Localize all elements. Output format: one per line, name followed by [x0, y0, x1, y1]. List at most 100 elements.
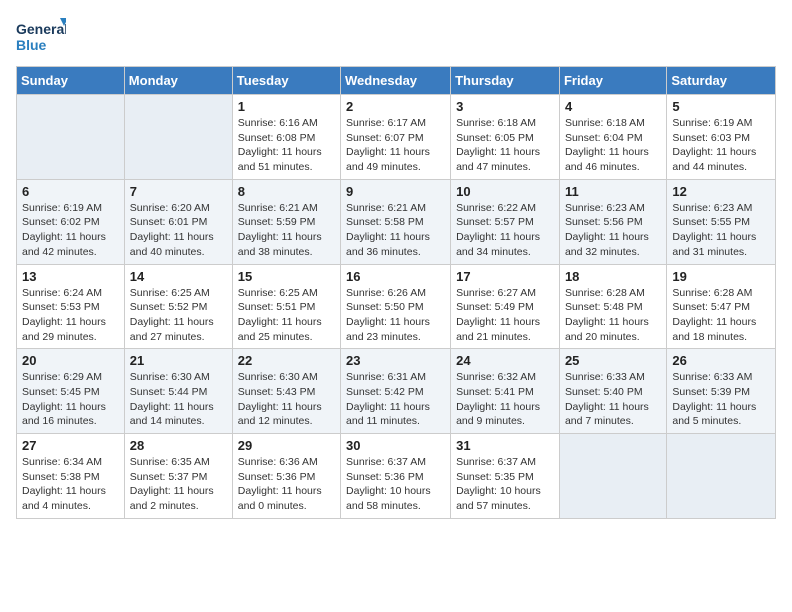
calendar-cell	[667, 434, 776, 519]
day-detail: Sunrise: 6:33 AM Sunset: 5:40 PM Dayligh…	[565, 370, 661, 429]
calendar-week-2: 6 Sunrise: 6:19 AM Sunset: 6:02 PM Daylig…	[17, 179, 776, 264]
page-header: General Blue	[16, 16, 776, 58]
calendar-table: SundayMondayTuesdayWednesdayThursdayFrid…	[16, 66, 776, 519]
day-number: 27	[22, 438, 119, 453]
calendar-cell: 6 Sunrise: 6:19 AM Sunset: 6:02 PM Daylig…	[17, 179, 125, 264]
day-detail: Sunrise: 6:23 AM Sunset: 5:55 PM Dayligh…	[672, 201, 770, 260]
day-detail: Sunrise: 6:26 AM Sunset: 5:50 PM Dayligh…	[346, 286, 445, 345]
day-number: 17	[456, 269, 554, 284]
day-detail: Sunrise: 6:31 AM Sunset: 5:42 PM Dayligh…	[346, 370, 445, 429]
calendar-cell: 28 Sunrise: 6:35 AM Sunset: 5:37 PM Dayli…	[124, 434, 232, 519]
calendar-cell: 15Sunrise: 6:25 AM Sunset: 5:51 PM Dayli…	[232, 264, 340, 349]
day-detail: Sunrise: 6:28 AM Sunset: 5:48 PM Dayligh…	[565, 286, 661, 345]
calendar-cell: 5 Sunrise: 6:19 AM Sunset: 6:03 PM Daylig…	[667, 95, 776, 180]
day-detail: Sunrise: 6:21 AM Sunset: 5:59 PM Dayligh…	[238, 201, 335, 260]
day-detail: Sunrise: 6:17 AM Sunset: 6:07 PM Dayligh…	[346, 116, 445, 175]
calendar-cell	[17, 95, 125, 180]
day-detail: Sunrise: 6:20 AM Sunset: 6:01 PM Dayligh…	[130, 201, 227, 260]
day-number: 11	[565, 184, 661, 199]
day-number: 6	[22, 184, 119, 199]
day-number: 22	[238, 353, 335, 368]
day-number: 14	[130, 269, 227, 284]
svg-text:Blue: Blue	[16, 37, 47, 53]
day-number: 5	[672, 99, 770, 114]
day-detail: Sunrise: 6:37 AM Sunset: 5:36 PM Dayligh…	[346, 455, 445, 514]
day-number: 12	[672, 184, 770, 199]
day-detail: Sunrise: 6:18 AM Sunset: 6:04 PM Dayligh…	[565, 116, 661, 175]
day-number: 16	[346, 269, 445, 284]
day-number: 31	[456, 438, 554, 453]
calendar-header-row: SundayMondayTuesdayWednesdayThursdayFrid…	[17, 67, 776, 95]
day-number: 19	[672, 269, 770, 284]
day-number: 1	[238, 99, 335, 114]
header-sunday: Sunday	[17, 67, 125, 95]
day-number: 7	[130, 184, 227, 199]
day-number: 25	[565, 353, 661, 368]
calendar-cell: 25 Sunrise: 6:33 AM Sunset: 5:40 PM Dayli…	[559, 349, 666, 434]
calendar-cell: 30 Sunrise: 6:37 AM Sunset: 5:36 PM Dayli…	[341, 434, 451, 519]
day-number: 3	[456, 99, 554, 114]
day-detail: Sunrise: 6:18 AM Sunset: 6:05 PM Dayligh…	[456, 116, 554, 175]
day-detail: Sunrise: 6:25 AM Sunset: 5:52 PM Dayligh…	[130, 286, 227, 345]
day-detail: Sunrise: 6:16 AM Sunset: 6:08 PM Dayligh…	[238, 116, 335, 175]
calendar-week-4: 20 Sunrise: 6:29 AM Sunset: 5:45 PM Dayli…	[17, 349, 776, 434]
calendar-cell: 3 Sunrise: 6:18 AM Sunset: 6:05 PM Daylig…	[451, 95, 560, 180]
calendar-cell: 14 Sunrise: 6:25 AM Sunset: 5:52 PM Dayli…	[124, 264, 232, 349]
calendar-cell: 24Sunrise: 6:32 AM Sunset: 5:41 PM Dayli…	[451, 349, 560, 434]
svg-text:General: General	[16, 21, 66, 37]
day-detail: Sunrise: 6:30 AM Sunset: 5:43 PM Dayligh…	[238, 370, 335, 429]
day-number: 4	[565, 99, 661, 114]
calendar-cell: 18 Sunrise: 6:28 AM Sunset: 5:48 PM Dayli…	[559, 264, 666, 349]
calendar-cell: 20 Sunrise: 6:29 AM Sunset: 5:45 PM Dayli…	[17, 349, 125, 434]
calendar-cell	[124, 95, 232, 180]
calendar-cell: 10 Sunrise: 6:22 AM Sunset: 5:57 PM Dayli…	[451, 179, 560, 264]
day-number: 26	[672, 353, 770, 368]
calendar-cell: 8 Sunrise: 6:21 AM Sunset: 5:59 PM Daylig…	[232, 179, 340, 264]
day-number: 30	[346, 438, 445, 453]
day-number: 13	[22, 269, 119, 284]
calendar-cell: 29 Sunrise: 6:36 AM Sunset: 5:36 PM Dayli…	[232, 434, 340, 519]
calendar-cell: 19 Sunrise: 6:28 AM Sunset: 5:47 PM Dayli…	[667, 264, 776, 349]
day-number: 18	[565, 269, 661, 284]
calendar-cell: 13Sunrise: 6:24 AM Sunset: 5:53 PM Dayli…	[17, 264, 125, 349]
day-detail: Sunrise: 6:28 AM Sunset: 5:47 PM Dayligh…	[672, 286, 770, 345]
day-detail: Sunrise: 6:19 AM Sunset: 6:03 PM Dayligh…	[672, 116, 770, 175]
day-number: 20	[22, 353, 119, 368]
calendar-cell	[559, 434, 666, 519]
calendar-cell: 21Sunrise: 6:30 AM Sunset: 5:44 PM Dayli…	[124, 349, 232, 434]
day-detail: Sunrise: 6:19 AM Sunset: 6:02 PM Dayligh…	[22, 201, 119, 260]
day-detail: Sunrise: 6:27 AM Sunset: 5:49 PM Dayligh…	[456, 286, 554, 345]
calendar-cell: 23Sunrise: 6:31 AM Sunset: 5:42 PM Dayli…	[341, 349, 451, 434]
day-detail: Sunrise: 6:23 AM Sunset: 5:56 PM Dayligh…	[565, 201, 661, 260]
calendar-cell: 22 Sunrise: 6:30 AM Sunset: 5:43 PM Dayli…	[232, 349, 340, 434]
day-number: 29	[238, 438, 335, 453]
calendar-cell: 31 Sunrise: 6:37 AM Sunset: 5:35 PM Dayli…	[451, 434, 560, 519]
logo: General Blue	[16, 16, 66, 58]
day-detail: Sunrise: 6:34 AM Sunset: 5:38 PM Dayligh…	[22, 455, 119, 514]
day-detail: Sunrise: 6:32 AM Sunset: 5:41 PM Dayligh…	[456, 370, 554, 429]
header-wednesday: Wednesday	[341, 67, 451, 95]
calendar-cell: 16 Sunrise: 6:26 AM Sunset: 5:50 PM Dayli…	[341, 264, 451, 349]
day-number: 8	[238, 184, 335, 199]
calendar-cell: 1 Sunrise: 6:16 AM Sunset: 6:08 PM Daylig…	[232, 95, 340, 180]
calendar-cell: 7 Sunrise: 6:20 AM Sunset: 6:01 PM Daylig…	[124, 179, 232, 264]
day-number: 15	[238, 269, 335, 284]
day-detail: Sunrise: 6:33 AM Sunset: 5:39 PM Dayligh…	[672, 370, 770, 429]
day-detail: Sunrise: 6:37 AM Sunset: 5:35 PM Dayligh…	[456, 455, 554, 514]
calendar-cell: 12 Sunrise: 6:23 AM Sunset: 5:55 PM Dayli…	[667, 179, 776, 264]
day-number: 28	[130, 438, 227, 453]
calendar-week-3: 13Sunrise: 6:24 AM Sunset: 5:53 PM Dayli…	[17, 264, 776, 349]
day-number: 9	[346, 184, 445, 199]
day-detail: Sunrise: 6:35 AM Sunset: 5:37 PM Dayligh…	[130, 455, 227, 514]
day-detail: Sunrise: 6:30 AM Sunset: 5:44 PM Dayligh…	[130, 370, 227, 429]
calendar-cell: 4 Sunrise: 6:18 AM Sunset: 6:04 PM Daylig…	[559, 95, 666, 180]
header-monday: Monday	[124, 67, 232, 95]
day-detail: Sunrise: 6:21 AM Sunset: 5:58 PM Dayligh…	[346, 201, 445, 260]
day-detail: Sunrise: 6:22 AM Sunset: 5:57 PM Dayligh…	[456, 201, 554, 260]
day-detail: Sunrise: 6:36 AM Sunset: 5:36 PM Dayligh…	[238, 455, 335, 514]
day-detail: Sunrise: 6:29 AM Sunset: 5:45 PM Dayligh…	[22, 370, 119, 429]
day-number: 10	[456, 184, 554, 199]
calendar-week-5: 27 Sunrise: 6:34 AM Sunset: 5:38 PM Dayli…	[17, 434, 776, 519]
logo-svg: General Blue	[16, 16, 66, 58]
header-friday: Friday	[559, 67, 666, 95]
